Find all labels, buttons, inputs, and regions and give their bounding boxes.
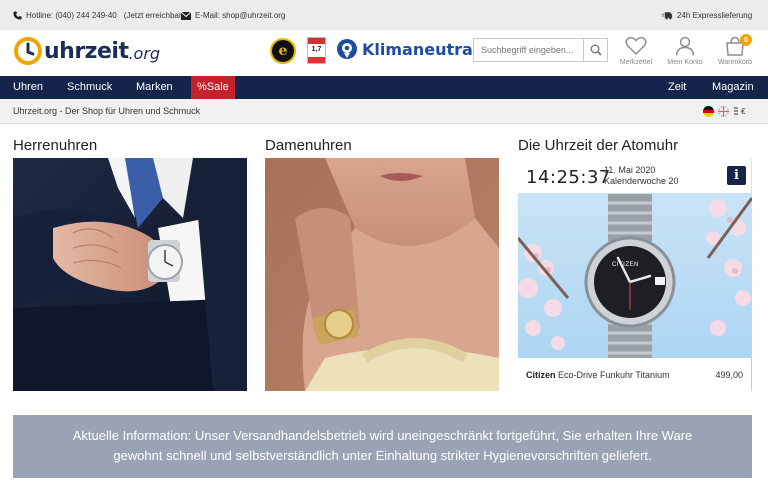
currency-symbol[interactable]: € <box>733 107 745 116</box>
german-flag-icon[interactable] <box>703 106 714 117</box>
nav-magazin[interactable]: Magazin <box>712 76 754 99</box>
nav-zeit[interactable]: Zeit <box>668 76 686 99</box>
rating-value: 1,7 <box>311 46 322 53</box>
express-shipping: 24h Expresslieferung <box>662 11 752 20</box>
top-info-bar: Hotline: (040) 244 249-40 (Jetzt erreich… <box>0 0 768 30</box>
user-icon <box>675 36 695 56</box>
notice-line-2: gewohnt schnell und selbstverständlich u… <box>113 448 652 463</box>
search-input[interactable] <box>474 39 584 61</box>
women-watches-image[interactable] <box>265 158 499 391</box>
woman-wearing-watch-photo <box>265 158 499 391</box>
phone-icon <box>13 11 22 20</box>
search-button[interactable] <box>583 39 607 61</box>
women-watches-title[interactable]: Damenuhren <box>265 137 352 154</box>
product-title: Citizen Eco-Drive Funkuhr Titanium <box>526 370 670 380</box>
nav-uhren[interactable]: Uhren <box>13 76 43 99</box>
current-date-block: 11. Mai 2020 Kalenderwoche 20 <box>604 165 679 187</box>
locale-switcher: € <box>703 106 745 117</box>
atomic-clock-title[interactable]: Die Uhrzeit der Atomuhr <box>518 137 678 154</box>
email-contact[interactable]: E-Mail: shop@uhrzeit.org <box>181 11 285 20</box>
klimaneutral-badge[interactable]: Klimaneutral <box>336 38 478 60</box>
product-price: 499,00 <box>715 370 743 380</box>
site-header: uhrzeit .org e 1,7 Klimaneutral Merkzett… <box>0 30 768 76</box>
info-notice: Aktuelle Information: Unser Versandhande… <box>13 415 752 478</box>
watch-dial-brand: CITIZEN <box>612 262 639 268</box>
hotline-status: (Jetzt erreichbar) <box>123 11 185 20</box>
email-text: E-Mail: shop@uhrzeit.org <box>195 11 286 20</box>
clock-logo-icon <box>14 37 42 65</box>
wishlist-label: Merkzettel <box>619 59 653 66</box>
nav-marken[interactable]: Marken <box>136 76 173 99</box>
man-wearing-watch-photo <box>13 158 247 391</box>
calendar-week: Kalenderwoche 20 <box>604 176 679 186</box>
site-logo[interactable]: uhrzeit .org <box>14 37 160 65</box>
rating-badge[interactable]: 1,7 <box>307 37 326 64</box>
climate-pin-icon <box>337 39 357 59</box>
breadcrumb[interactable]: Uhrzeit.org - Der Shop für Uhren und Sch… <box>13 106 200 116</box>
cart-label: Warenkorb <box>718 59 752 66</box>
current-time: 14:25:37 <box>526 167 611 188</box>
trusted-shops-badge[interactable]: e <box>270 38 296 64</box>
currency-label: € <box>741 107 746 116</box>
trusted-badge-letter: e <box>278 43 288 59</box>
wishlist-link[interactable]: Merkzettel <box>616 36 656 66</box>
men-watches-title[interactable]: Herrenuhren <box>13 137 97 154</box>
account-label: Mein Konto <box>667 59 703 66</box>
current-date: 11. Mai 2020 <box>604 165 656 175</box>
featured-product[interactable]: Citizen Eco-Drive Funkuhr Titanium 499,0… <box>518 358 751 391</box>
search-icon <box>590 44 602 56</box>
hotline-number: Hotline: (040) 244 249-40 <box>26 11 117 20</box>
men-watches-image[interactable] <box>13 158 247 391</box>
shipping-text: 24h Expresslieferung <box>677 11 753 20</box>
breadcrumb-bar: Uhrzeit.org - Der Shop für Uhren und Sch… <box>0 99 768 124</box>
account-link[interactable]: Mein Konto <box>665 36 705 66</box>
envelope-icon <box>181 11 191 20</box>
hotline[interactable]: Hotline: (040) 244 249-40 (Jetzt erreich… <box>13 11 184 20</box>
info-icon: i <box>734 168 739 183</box>
currency-switch-icon <box>734 107 738 115</box>
logo-text: uhrzeit <box>44 38 129 64</box>
atomic-clock-widget: CITIZEN 14:25:37 11. Mai 2020 Kalenderwo… <box>518 158 752 391</box>
heart-icon <box>625 36 647 56</box>
klimaneutral-label: Klimaneutral <box>362 39 479 59</box>
clock-display: 14:25:37 11. Mai 2020 Kalenderwoche 20 i <box>518 158 751 193</box>
cart-link[interactable]: Warenkorb 0 <box>715 34 755 66</box>
nav-sale[interactable]: %Sale <box>191 76 235 99</box>
cart-count-badge: 0 <box>740 34 752 46</box>
product-name: Eco-Drive Funkuhr Titanium <box>558 370 670 380</box>
notice-line-1: Aktuelle Information: Unser Versandhande… <box>72 428 693 443</box>
logo-tld: .org <box>128 43 161 63</box>
english-flag-icon[interactable] <box>718 106 729 117</box>
info-button[interactable]: i <box>727 166 746 185</box>
search-box <box>473 38 608 62</box>
main-navigation: Uhren Schmuck Marken %Sale Zeit Magazin <box>0 76 768 99</box>
product-brand: Citizen <box>526 370 556 380</box>
fast-delivery-icon <box>662 12 673 20</box>
nav-schmuck[interactable]: Schmuck <box>67 76 112 99</box>
